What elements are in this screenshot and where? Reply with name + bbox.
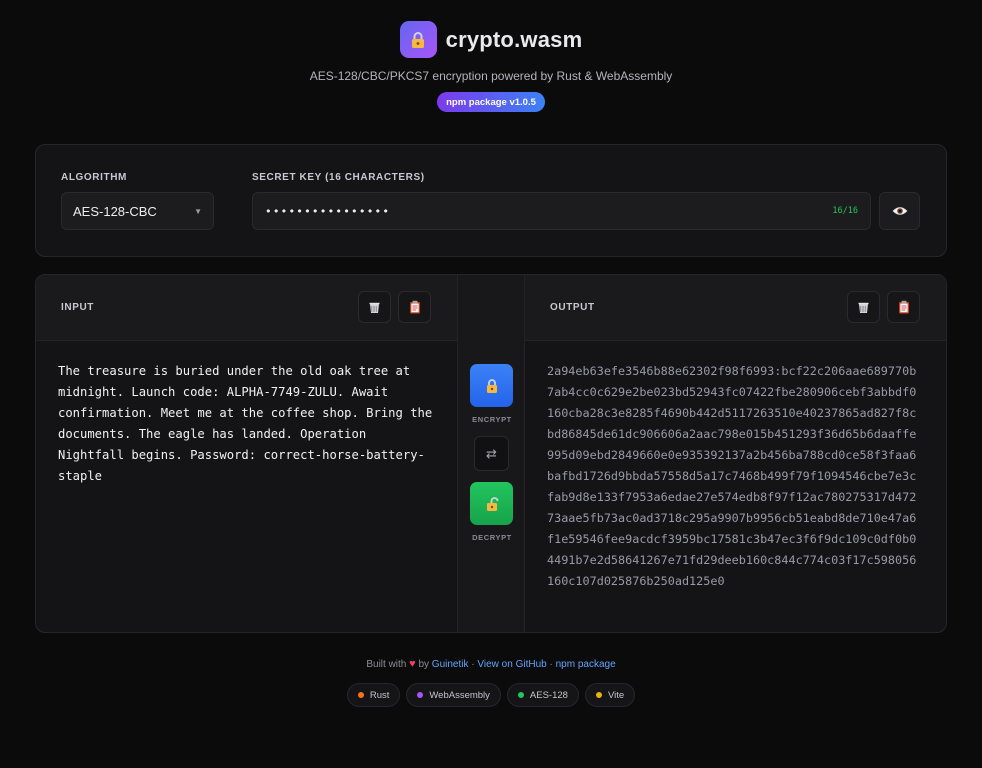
tag-label: Rust <box>369 689 390 701</box>
separator: · <box>549 659 553 670</box>
tag-vite: Vite <box>584 683 636 707</box>
settings-card: ALGORITHM SECRET KEY (16 CHARACTERS) AES… <box>35 144 947 257</box>
output-pane-header: OUTPUT <box>525 275 946 341</box>
app-header: crypto.wasm <box>0 21 982 58</box>
by-text: by <box>418 659 430 670</box>
encrypt-button[interactable] <box>470 364 513 407</box>
tag-label: WebAssembly <box>429 689 490 701</box>
algorithm-label: ALGORITHM <box>61 172 127 183</box>
built-with-text: Built with <box>366 659 407 670</box>
tag-dot <box>417 692 424 698</box>
clipboard-icon <box>898 300 909 314</box>
secret-key-masked-value: •••••••••••••••• <box>265 204 391 218</box>
input-textarea[interactable]: The treasure is buried under the old oak… <box>58 361 438 487</box>
caret-down-icon: ▼ <box>194 206 202 216</box>
lock-icon <box>486 378 497 393</box>
paste-input-button[interactable] <box>398 291 431 323</box>
clear-input-button[interactable] <box>358 291 391 323</box>
trash-icon <box>369 302 380 313</box>
swap-icon: ⇄ <box>486 445 497 461</box>
heart-icon: ♥ <box>409 658 416 670</box>
algorithm-value: AES-128-CBC <box>73 203 157 219</box>
tag-dot <box>595 692 602 698</box>
copy-output-button[interactable] <box>887 291 920 323</box>
algorithm-select[interactable]: AES-128-CBC ▼ <box>61 192 214 230</box>
npm-link[interactable]: npm package <box>556 659 616 670</box>
tag-label: AES-128 <box>529 689 568 701</box>
author-link[interactable]: Guinetik <box>432 659 469 670</box>
tag-dot <box>517 692 524 698</box>
eye-icon <box>892 207 907 215</box>
clear-output-button[interactable] <box>847 291 880 323</box>
tag-aes-128: AES-128 <box>506 683 579 707</box>
decrypt-label: DECRYPT <box>472 533 512 542</box>
decrypt-button[interactable] <box>470 482 513 525</box>
separator: · <box>471 659 475 670</box>
encrypt-label: ENCRYPT <box>472 415 512 424</box>
toggle-key-visibility-button[interactable] <box>879 192 920 230</box>
clipboard-icon <box>409 300 420 314</box>
app-subtitle: AES-128/CBC/PKCS7 encryption powered by … <box>309 69 673 83</box>
app-title: crypto.wasm <box>445 26 583 52</box>
output-textarea[interactable]: 2a94eb63efe3546b88e62302f98f6993:bcf22c2… <box>547 361 922 592</box>
input-pane-header: INPUT <box>36 275 457 341</box>
swap-button[interactable]: ⇄ <box>474 436 509 471</box>
action-column: ENCRYPT ⇄ DECRYPT <box>457 275 525 632</box>
tag-label: Vite <box>607 689 625 701</box>
lock-icon <box>399 21 437 58</box>
footer-credits: Built with ♥ by Guinetik · View on GitHu… <box>0 658 982 670</box>
tech-tags: Rust WebAssembly AES-128 Vite <box>0 683 982 707</box>
tag-dot <box>357 692 364 698</box>
tag-webassembly: WebAssembly <box>406 683 501 707</box>
key-length-counter: 16/16 <box>832 206 858 216</box>
input-title: INPUT <box>61 302 94 313</box>
npm-version-badge[interactable]: npm package v1.0.5 <box>437 92 545 112</box>
secret-key-input[interactable]: •••••••••••••••• 16/16 <box>252 192 871 230</box>
tag-rust: Rust <box>346 683 401 707</box>
secret-key-label: SECRET KEY (16 CHARACTERS) <box>252 172 425 183</box>
unlock-icon <box>486 496 498 511</box>
output-title: OUTPUT <box>550 302 595 313</box>
trash-icon <box>858 302 869 313</box>
github-link[interactable]: View on GitHub <box>477 659 546 670</box>
